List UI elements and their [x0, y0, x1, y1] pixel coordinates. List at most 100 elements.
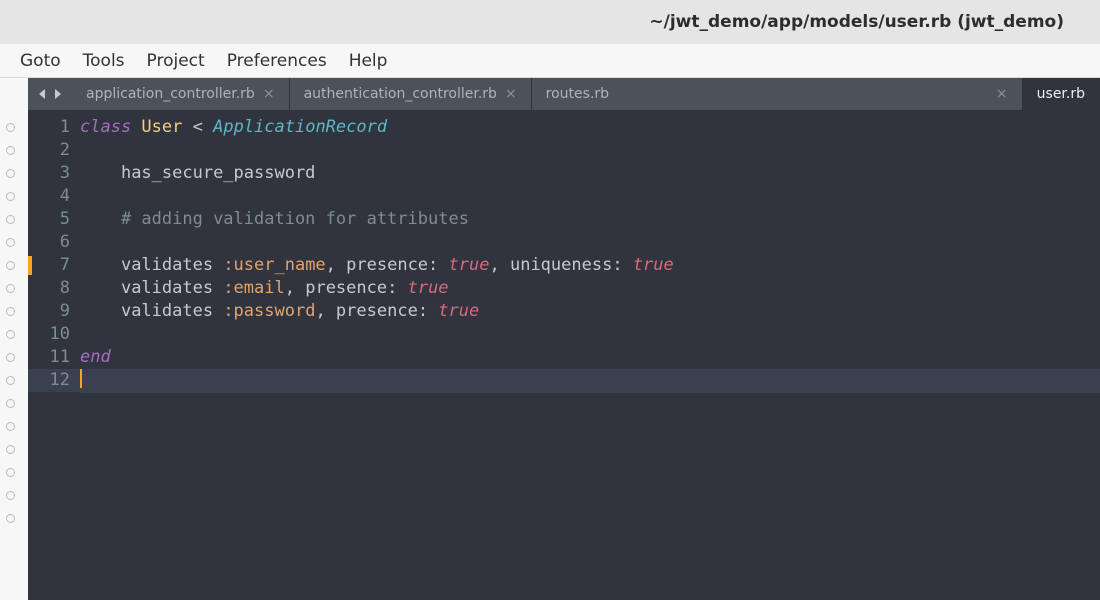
- code-line[interactable]: validates :password, presence: true: [80, 300, 1100, 323]
- code-line[interactable]: # adding validation for attributes: [80, 208, 1100, 231]
- fold-marker-icon[interactable]: [6, 146, 15, 155]
- token-lit: true: [449, 255, 490, 275]
- token-arg: presence: [305, 278, 387, 298]
- line-number-gutter: 123456789101112: [28, 110, 80, 600]
- line-number[interactable]: 1: [28, 116, 80, 139]
- token-id: has_secure_password: [121, 163, 315, 183]
- fold-marker-icon[interactable]: [6, 284, 15, 293]
- fold-marker-icon[interactable]: [6, 192, 15, 201]
- window-titlebar: ~/jwt_demo/app/models/user.rb (jwt_demo): [0, 0, 1100, 44]
- window-title: ~/jwt_demo/app/models/user.rb (jwt_demo): [649, 12, 1064, 32]
- line-number[interactable]: 5: [28, 208, 80, 231]
- fold-marker-icon[interactable]: [6, 215, 15, 224]
- token-id: :: [387, 278, 407, 298]
- code-editor[interactable]: 123456789101112 class User < Application…: [28, 110, 1100, 600]
- line-number[interactable]: 8: [28, 277, 80, 300]
- token-type: ApplicationRecord: [213, 117, 387, 137]
- line-number[interactable]: 11: [28, 346, 80, 369]
- fold-marker-icon[interactable]: [6, 330, 15, 339]
- code-line[interactable]: [80, 185, 1100, 208]
- fold-marker-icon[interactable]: [6, 261, 15, 270]
- token-lit: true: [633, 255, 674, 275]
- tab-authentication_controller-rb[interactable]: authentication_controller.rb×: [290, 78, 532, 110]
- token-sym: :password: [223, 301, 315, 321]
- tab-label: routes.rb: [546, 86, 609, 102]
- close-icon[interactable]: ×: [263, 86, 275, 102]
- line-number[interactable]: 2: [28, 139, 80, 162]
- token-sym: :user_name: [223, 255, 325, 275]
- menu-goto[interactable]: Goto: [20, 51, 61, 71]
- triangle-right-icon: [52, 89, 62, 99]
- code-area[interactable]: class User < ApplicationRecord has_secur…: [80, 110, 1100, 600]
- code-line[interactable]: [80, 323, 1100, 346]
- close-icon[interactable]: ×: [996, 86, 1008, 102]
- code-line[interactable]: [80, 139, 1100, 162]
- token-id: validates: [121, 278, 223, 298]
- token-cmt: # adding validation for attributes: [121, 209, 469, 229]
- fold-gutter: [0, 78, 28, 530]
- line-number[interactable]: 3: [28, 162, 80, 185]
- token-cls: User: [141, 117, 182, 137]
- fold-marker-icon[interactable]: [6, 491, 15, 500]
- code-line[interactable]: [80, 369, 1100, 393]
- token-id: :: [612, 255, 632, 275]
- fold-marker-icon[interactable]: [6, 123, 15, 132]
- token-id: ,: [326, 255, 346, 275]
- token-arg: presence: [346, 255, 428, 275]
- code-line[interactable]: has_secure_password: [80, 162, 1100, 185]
- code-line[interactable]: validates :user_name, presence: true, un…: [80, 254, 1100, 277]
- token-lit: true: [438, 301, 479, 321]
- workspace: Goto Tools Project Preferences Help applicat…: [0, 44, 1100, 600]
- fold-marker-icon[interactable]: [6, 169, 15, 178]
- line-number[interactable]: 7: [28, 254, 80, 277]
- menu-tools[interactable]: Tools: [83, 51, 125, 71]
- token-id: [80, 301, 121, 321]
- fold-marker-icon[interactable]: [6, 445, 15, 454]
- line-number[interactable]: 12: [28, 369, 80, 392]
- line-number[interactable]: 4: [28, 185, 80, 208]
- tab-user-rb[interactable]: user.rb: [1023, 78, 1100, 110]
- fold-marker-icon[interactable]: [6, 238, 15, 247]
- menubar: Goto Tools Project Preferences Help: [0, 44, 1100, 78]
- line-number[interactable]: 6: [28, 231, 80, 254]
- token-id: ,: [285, 278, 305, 298]
- token-id: [80, 209, 121, 229]
- line-number[interactable]: 9: [28, 300, 80, 323]
- token-id: <: [182, 117, 213, 137]
- line-number[interactable]: 10: [28, 323, 80, 346]
- token-id: [80, 278, 121, 298]
- fold-marker-icon[interactable]: [6, 422, 15, 431]
- token-id: ,: [489, 255, 509, 275]
- code-line[interactable]: end: [80, 346, 1100, 369]
- menu-preferences[interactable]: Preferences: [227, 51, 327, 71]
- fold-marker-icon[interactable]: [6, 376, 15, 385]
- tab-label: application_controller.rb: [86, 86, 255, 102]
- tab-routes-rb[interactable]: routes.rb ×: [532, 78, 1023, 110]
- tab-application_controller-rb[interactable]: application_controller.rb ×: [72, 78, 290, 110]
- token-id: [80, 163, 121, 183]
- token-kw: end: [80, 347, 111, 367]
- token-id: validates: [121, 255, 223, 275]
- editor-wrap: application_controller.rb×authentication…: [0, 78, 1100, 600]
- tabbar: application_controller.rb×authentication…: [28, 78, 1100, 110]
- menu-project[interactable]: Project: [147, 51, 205, 71]
- fold-marker-icon[interactable]: [6, 514, 15, 523]
- tab-label: user.rb: [1037, 86, 1085, 102]
- code-line[interactable]: validates :email, presence: true: [80, 277, 1100, 300]
- text-cursor: [80, 369, 82, 388]
- token-arg: uniqueness: [510, 255, 612, 275]
- close-icon[interactable]: ×: [505, 86, 517, 102]
- token-lit: true: [408, 278, 449, 298]
- fold-marker-icon[interactable]: [6, 399, 15, 408]
- menu-help[interactable]: Help: [349, 51, 388, 71]
- fold-marker-icon[interactable]: [6, 468, 15, 477]
- tab-nav-arrows[interactable]: [28, 78, 72, 110]
- token-id: validates: [121, 301, 223, 321]
- code-line[interactable]: [80, 231, 1100, 254]
- token-sym: :email: [223, 278, 284, 298]
- code-line[interactable]: class User < ApplicationRecord: [80, 116, 1100, 139]
- token-id: :: [418, 301, 438, 321]
- fold-marker-icon[interactable]: [6, 307, 15, 316]
- token-id: ,: [315, 301, 335, 321]
- fold-marker-icon[interactable]: [6, 353, 15, 362]
